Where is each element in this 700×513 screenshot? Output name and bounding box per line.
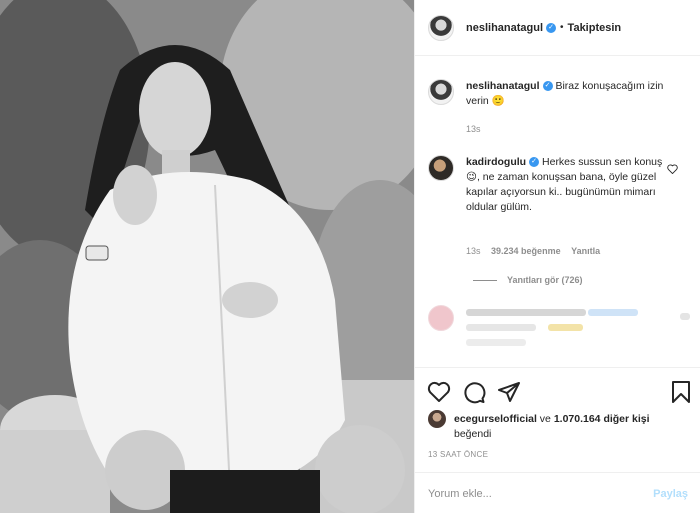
- likes-summary: ecegurselofficial ve 1.070.164 diğer kiş…: [428, 410, 694, 442]
- blurred-avatar: [428, 305, 454, 331]
- caption-avatar[interactable]: [428, 79, 454, 105]
- verified-icon: ✓: [529, 157, 540, 168]
- blurred-comment: [428, 305, 693, 355]
- post-actions: ecegurselofficial ve 1.070.164 diğer kiş…: [415, 367, 700, 513]
- view-replies-label: Yanıtları gör (726): [507, 275, 583, 285]
- liker-avatar[interactable]: [428, 410, 446, 428]
- header-separator: •: [560, 22, 564, 33]
- post-photo[interactable]: [0, 0, 414, 513]
- likes-text: ecegurselofficial ve 1.070.164 diğer kiş…: [454, 412, 694, 442]
- comment-like-heart-icon[interactable]: [667, 164, 678, 174]
- verified-icon: ✓: [546, 22, 557, 33]
- heart-icon[interactable]: [427, 380, 451, 404]
- commenter-avatar[interactable]: [428, 155, 454, 181]
- liker-username[interactable]: ecegurselofficial: [454, 413, 537, 425]
- comment-input[interactable]: [428, 487, 628, 500]
- comment-row: kadirdogulu ✓ Herkes sussun sen konuş 😉, …: [428, 155, 666, 215]
- comment-time: 13s: [466, 246, 481, 256]
- blurred-text-line: [466, 339, 526, 346]
- author-username[interactable]: neslihanatagul: [466, 22, 543, 34]
- reply-button[interactable]: Yanıtla: [571, 246, 600, 256]
- comment-composer: Paylaş: [415, 472, 700, 513]
- author-avatar[interactable]: [428, 14, 454, 41]
- share-icon[interactable]: [497, 380, 521, 404]
- post-header: neslihanatagul ✓ • Takiptesin: [415, 0, 700, 56]
- likes-suffix: beğendi: [454, 428, 492, 440]
- comment-username[interactable]: kadirdogulu: [466, 156, 526, 168]
- blurred-text-line: [588, 309, 638, 316]
- replies-divider: [473, 279, 497, 281]
- bookmark-icon[interactable]: [669, 380, 693, 404]
- post-timestamp[interactable]: 13 SAAT ÖNCE: [428, 450, 488, 459]
- comment-meta: 13s 39.234 beğenme Yanıtla: [466, 246, 600, 256]
- caption-text-block: neslihanatagul ✓ Biraz konuşacağım izin v…: [466, 79, 666, 109]
- post-comment-button[interactable]: Paylaş: [653, 488, 688, 500]
- follow-status-button[interactable]: Takiptesin: [568, 22, 622, 34]
- verified-icon: ✓: [542, 81, 553, 92]
- view-replies-button[interactable]: Yanıtları gör (726): [473, 275, 583, 285]
- comment-text-block: kadirdogulu ✓ Herkes sussun sen konuş 😉, …: [466, 155, 666, 215]
- comment-likes[interactable]: 39.234 beğenme: [491, 246, 561, 256]
- comment-icon[interactable]: [462, 380, 486, 404]
- likes-connector: ve: [539, 413, 551, 425]
- photo-illustration: [0, 0, 414, 513]
- likes-count[interactable]: 1.070.164 diğer kişi: [554, 413, 650, 425]
- blurred-heart: [680, 313, 690, 320]
- comments-section: neslihanatagul ✓ Biraz konuşacağım izin v…: [415, 57, 700, 367]
- action-icons: [427, 380, 691, 404]
- blurred-text-line: [548, 324, 583, 331]
- caption-row: neslihanatagul ✓ Biraz konuşacağım izin v…: [428, 79, 666, 109]
- post-details-panel: neslihanatagul ✓ • Takiptesin neslihanat…: [414, 0, 700, 513]
- blurred-text-line: [466, 324, 536, 331]
- caption-username[interactable]: neslihanatagul: [466, 80, 540, 92]
- caption-time: 13s: [466, 124, 481, 134]
- blurred-text-line: [466, 309, 586, 316]
